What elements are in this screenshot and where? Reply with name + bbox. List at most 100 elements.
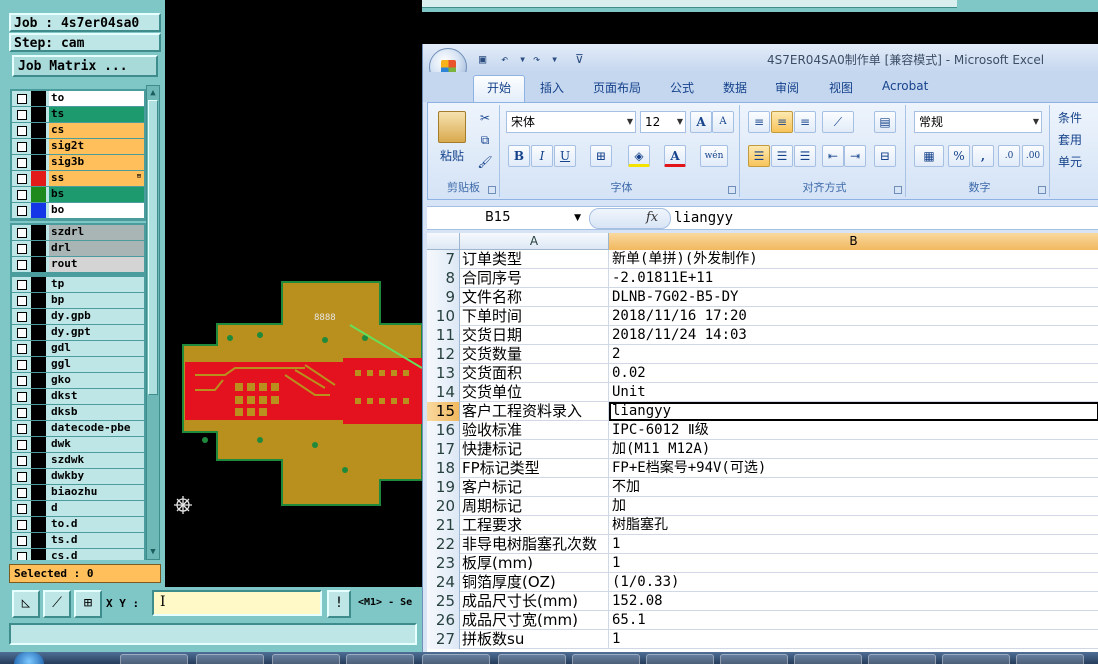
scroll-up-icon[interactable]: ▲ <box>147 87 159 99</box>
layer-name[interactable]: ts <box>49 107 144 122</box>
row-header[interactable]: 20 <box>427 497 460 516</box>
align-bottom-icon[interactable]: ≡ <box>794 111 816 133</box>
cell-styles-button[interactable]: 单元 <box>1058 153 1082 170</box>
row-header[interactable]: 13 <box>427 364 460 383</box>
layer-checkbox[interactable] <box>17 110 27 120</box>
layer-checkbox[interactable] <box>17 520 27 530</box>
cell-b[interactable]: (1/0.33) <box>609 573 1098 592</box>
layer-checkbox[interactable] <box>17 244 27 254</box>
cell-b[interactable]: 加(M11 M12A) <box>609 440 1098 459</box>
layer-checkbox[interactable] <box>17 228 27 238</box>
layer-checkbox[interactable] <box>17 260 27 270</box>
taskbar-app-1[interactable] <box>120 654 188 664</box>
layer-name[interactable]: gko <box>49 373 144 388</box>
row-header[interactable]: 8 <box>427 269 460 288</box>
pcb-graphic-canvas[interactable]: 8888 <box>165 0 423 587</box>
layer-row-dy.gpt[interactable]: dy.gpt <box>12 325 144 341</box>
undo-dropdown-icon[interactable]: ▾ <box>519 52 526 66</box>
layer-name[interactable]: bp <box>49 293 144 308</box>
row-header[interactable]: 26 <box>427 611 460 630</box>
row-header[interactable]: 15 <box>427 402 460 421</box>
layer-checkbox[interactable] <box>17 536 27 546</box>
paste-button[interactable]: 粘贴 <box>440 147 464 164</box>
cell-a[interactable]: 拼板数su <box>460 630 609 649</box>
cell-b[interactable]: 65.1 <box>609 611 1098 630</box>
row-header[interactable]: 11 <box>427 326 460 345</box>
format-as-table-button[interactable]: 套用 <box>1058 131 1082 148</box>
layer-name[interactable]: rout <box>49 257 144 272</box>
select-all-corner[interactable] <box>427 233 460 250</box>
layer-row-tp[interactable]: tp <box>12 277 144 293</box>
row-header[interactable]: 24 <box>427 573 460 592</box>
layer-checkbox[interactable] <box>17 190 27 200</box>
border-icon[interactable]: ⊞ <box>590 145 612 167</box>
cell-a[interactable]: 交货单位 <box>460 383 609 402</box>
bold-button[interactable]: B <box>508 145 530 167</box>
cell-b[interactable]: 0.02 <box>609 364 1098 383</box>
layer-name[interactable]: dy.gpt <box>49 325 144 340</box>
formula-input[interactable]: liangyy <box>674 209 733 228</box>
taskbar-app-6[interactable] <box>498 654 566 664</box>
align-top-icon[interactable]: ≡ <box>748 111 770 133</box>
taskbar-app-4[interactable] <box>346 654 414 664</box>
tab-home[interactable]: 开始 <box>473 75 525 102</box>
cut-icon[interactable]: ✂ <box>474 107 496 129</box>
phonetic-button[interactable]: wén <box>700 145 728 167</box>
layer-checkbox[interactable] <box>17 174 27 184</box>
shrink-font-button[interactable]: A <box>712 111 734 133</box>
cell-b[interactable]: 2 <box>609 345 1098 364</box>
conditional-format-button[interactable]: 条件 <box>1058 109 1082 126</box>
layer-name[interactable]: dkst <box>49 389 144 404</box>
customize-qat-icon[interactable]: ⊽ <box>575 52 584 66</box>
redo-icon[interactable]: ↷ <box>533 52 540 66</box>
row-header[interactable]: 25 <box>427 592 460 611</box>
taskbar-app-7[interactable] <box>572 654 640 664</box>
layer-name[interactable]: ts.d <box>49 533 144 548</box>
wrap-text-icon[interactable]: ▤ <box>874 111 896 133</box>
row-header[interactable]: 7 <box>427 250 460 269</box>
row-header[interactable]: 23 <box>427 554 460 573</box>
cell-a[interactable]: 成品尺寸宽(mm) <box>460 611 609 630</box>
taskbar-app-3[interactable] <box>272 654 340 664</box>
layer-checkbox[interactable] <box>17 408 27 418</box>
layer-row-cs[interactable]: cs <box>12 123 144 139</box>
xy-coordinate-input[interactable]: I <box>152 590 322 616</box>
italic-button[interactable]: I <box>531 145 553 167</box>
cell-b[interactable]: 1 <box>609 630 1098 649</box>
cell-a[interactable]: 周期标记 <box>460 497 609 516</box>
layer-name[interactable]: cs <box>49 123 144 138</box>
layer-row-bs[interactable]: bs <box>12 187 144 203</box>
name-box[interactable]: B15 ▼ <box>429 209 585 228</box>
column-header-a[interactable]: A <box>460 233 609 250</box>
layer-name[interactable]: d <box>49 501 144 516</box>
copy-icon[interactable]: ⧉ <box>474 129 496 151</box>
taskbar-app-8[interactable] <box>646 654 714 664</box>
number-format-select[interactable]: 常规 ▼ <box>914 111 1042 133</box>
layer-name[interactable]: biaozhu <box>49 485 144 500</box>
font-size-select[interactable]: 12 ▼ <box>640 111 686 133</box>
align-middle-icon[interactable]: ≡ <box>771 111 793 133</box>
format-painter-icon[interactable]: 🖌 <box>474 151 496 173</box>
cell-a[interactable]: 客户标记 <box>460 478 609 497</box>
layer-row-ggl[interactable]: ggl <box>12 357 144 373</box>
layer-row-drl[interactable]: drl <box>12 241 144 257</box>
row-header[interactable]: 14 <box>427 383 460 402</box>
taskbar-app-12[interactable] <box>942 654 1010 664</box>
grow-font-button[interactable]: A <box>690 111 712 133</box>
row-header[interactable]: 16 <box>427 421 460 440</box>
cell-b[interactable]: 1 <box>609 554 1098 573</box>
save-icon[interactable]: ▣ <box>479 52 486 66</box>
accounting-format-icon[interactable]: ▦ <box>914 145 944 167</box>
cell-a[interactable]: 订单类型 <box>460 250 609 269</box>
decrease-indent-icon[interactable]: ⇤ <box>822 145 844 167</box>
clipboard-launcher-icon[interactable] <box>488 186 496 194</box>
tool-measure-icon[interactable]: ⟋ <box>43 590 71 618</box>
taskbar-app-11[interactable] <box>868 654 936 664</box>
alignment-launcher-icon[interactable] <box>894 186 902 194</box>
layer-row-gdl[interactable]: gdl <box>12 341 144 357</box>
layer-row-ts[interactable]: ts <box>12 107 144 123</box>
worksheet-grid[interactable]: A B 7 订单类型 新单(单拼)(外发制作) 8 合同序号 -2.01811E+11 9 文… <box>427 233 1098 664</box>
layer-name[interactable]: gdl <box>49 341 144 356</box>
cell-b[interactable]: 加 <box>609 497 1098 516</box>
layer-checkbox[interactable] <box>17 94 27 104</box>
